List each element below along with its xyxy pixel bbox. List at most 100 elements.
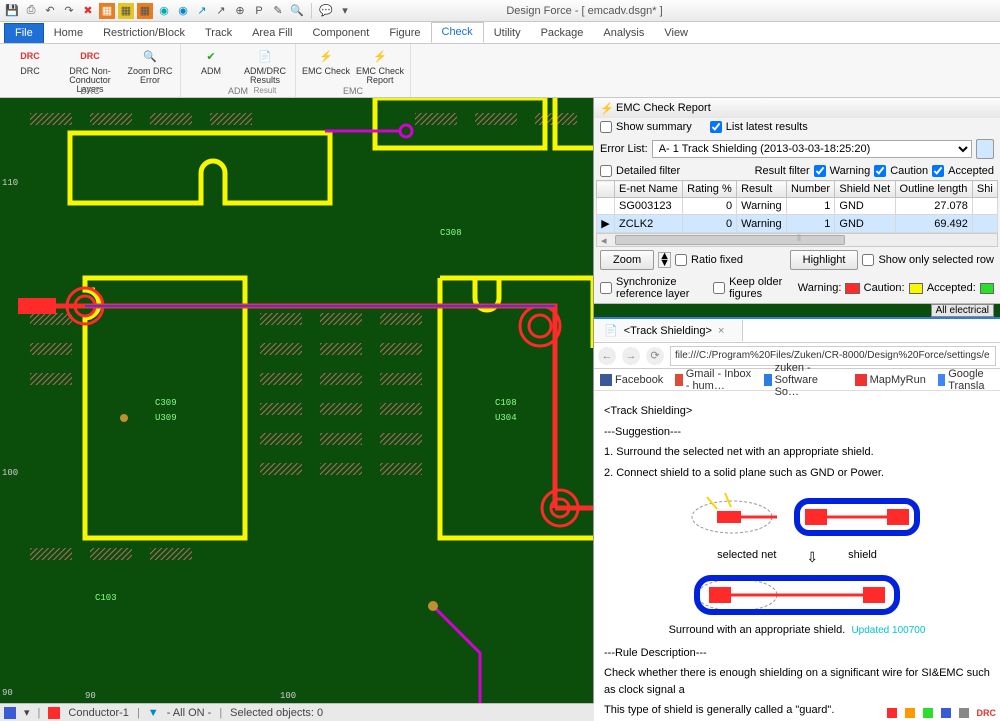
table-scroll-h[interactable]: ◂⦀ xyxy=(596,233,998,247)
qat-save2-icon[interactable]: ⎙ xyxy=(23,3,39,19)
filter-icon[interactable]: ▼ xyxy=(148,707,159,719)
highlight-button[interactable]: Highlight xyxy=(790,250,859,270)
drc-icon: DRC xyxy=(20,46,40,66)
label-c309: C309 xyxy=(155,398,177,408)
col-number[interactable]: Number xyxy=(786,181,834,198)
bookmark[interactable]: Gmail - Inbox - hum… xyxy=(675,368,752,392)
status-sw2[interactable] xyxy=(905,708,915,718)
group-adm-label: ADM xyxy=(181,86,295,96)
status-selection: Selected objects: 0 xyxy=(230,707,323,719)
detailed-filter-checkbox[interactable] xyxy=(600,165,612,177)
col-result[interactable]: Result xyxy=(737,181,787,198)
label-c308: C308 xyxy=(440,228,462,238)
status-sw5[interactable] xyxy=(959,708,969,718)
pcb-canvas[interactable]: C308 C309 U309 C108 U304 C103 110 100 90… xyxy=(0,98,593,703)
qat-pencil-icon[interactable]: ✎ xyxy=(270,3,286,19)
qat-arrow1-icon[interactable]: ↗ xyxy=(194,3,210,19)
bookmark[interactable]: MapMyRun xyxy=(855,374,926,386)
error-list-label: Error List: xyxy=(600,143,648,155)
filter-accepted-checkbox[interactable] xyxy=(932,165,944,177)
col-enet[interactable]: E-net Name xyxy=(615,181,683,198)
col-outline[interactable]: Outline length xyxy=(895,181,972,198)
doc-updated-link[interactable]: Updated 100700 xyxy=(851,625,925,636)
ribbon-zoom-drc-button[interactable]: 🔍 Zoom DRC Error xyxy=(126,46,174,85)
results-table: E-net Name Rating % Result Number Shield… xyxy=(596,180,998,233)
label-c108: C108 xyxy=(495,398,517,408)
ribbon-adm-button[interactable]: ✔ ADM xyxy=(187,46,235,76)
window-title: Design Force - [ emcadv.dsgn* ] xyxy=(353,5,816,17)
table-row[interactable]: ▶ ZCLK2 0 Warning 1 GND 69.492 xyxy=(597,215,998,233)
help-content: <Track Shielding> ---Suggestion--- 1. Su… xyxy=(594,391,1000,721)
col-rating[interactable]: Rating % xyxy=(683,181,737,198)
tab-view[interactable]: View xyxy=(654,24,698,43)
sync-ref-checkbox[interactable] xyxy=(600,282,612,294)
qat-more-icon[interactable]: ▾ xyxy=(337,3,353,19)
show-summary-checkbox[interactable] xyxy=(600,121,612,133)
nav-back-icon[interactable]: ← xyxy=(598,347,616,365)
filter-caution-checkbox[interactable] xyxy=(874,165,886,177)
error-list-select[interactable]: A- 1 Track Shielding (2013-03-03-18:25:2… xyxy=(652,140,972,158)
qat-p-icon[interactable]: P xyxy=(251,3,267,19)
tab-utility[interactable]: Utility xyxy=(484,24,531,43)
bookmark[interactable]: Facebook xyxy=(600,374,663,386)
ratio-fixed-checkbox[interactable] xyxy=(675,254,687,266)
ribbon-emc-report-button[interactable]: ⚡ EMC Check Report xyxy=(356,46,404,85)
status-sw1[interactable] xyxy=(887,708,897,718)
col-shi[interactable]: Shi xyxy=(972,181,997,198)
col-shield[interactable]: Shield Net xyxy=(835,181,895,198)
tab-figure[interactable]: Figure xyxy=(379,24,430,43)
qat-arrow2-icon[interactable]: ↗ xyxy=(213,3,229,19)
status-drc-icon[interactable]: DRC xyxy=(977,708,997,718)
tab-analysis[interactable]: Analysis xyxy=(593,24,654,43)
bookmark[interactable]: Google Transla xyxy=(938,368,994,392)
tab-close-icon[interactable]: × xyxy=(718,325,724,337)
qat-grid3-icon[interactable]: ▦ xyxy=(137,3,153,19)
tab-package[interactable]: Package xyxy=(531,24,594,43)
ribbon-drc-button[interactable]: DRC DRC xyxy=(6,46,54,76)
browser-tab[interactable]: 📄 <Track Shielding> × xyxy=(594,320,743,341)
layer-dropdown[interactable]: All electrical xyxy=(931,304,994,317)
keep-older-checkbox[interactable] xyxy=(713,282,725,294)
list-latest-label: List latest results xyxy=(726,121,808,133)
filter-warning-checkbox[interactable] xyxy=(814,165,826,177)
zoom-button[interactable]: Zoom xyxy=(600,250,654,270)
qat-redo-icon[interactable]: ↷ xyxy=(61,3,77,19)
tab-file[interactable]: File xyxy=(4,23,44,43)
qat-bubble-icon[interactable]: 💬 xyxy=(318,3,334,19)
qat-grid2-icon[interactable]: ▦ xyxy=(118,3,134,19)
label-u304: U304 xyxy=(495,413,517,423)
status-sw3[interactable] xyxy=(923,708,933,718)
ribbon-drc-label: DRC xyxy=(20,67,40,76)
status-sw4[interactable] xyxy=(941,708,951,718)
show-only-checkbox[interactable] xyxy=(862,254,874,266)
qat-save-icon[interactable]: 💾 xyxy=(4,3,20,19)
label-c103: C103 xyxy=(95,593,117,603)
status-drop-icon[interactable]: ▾ xyxy=(24,706,30,719)
tab-restriction[interactable]: Restriction/Block xyxy=(93,24,195,43)
qat-vis2-icon[interactable]: ◉ xyxy=(175,3,191,19)
show-summary-label: Show summary xyxy=(616,121,692,133)
list-latest-checkbox[interactable] xyxy=(710,121,722,133)
status-mode-icon[interactable] xyxy=(4,707,16,719)
tab-areafill[interactable]: Area Fill xyxy=(242,24,302,43)
qat-find-icon[interactable]: 🔍 xyxy=(289,3,305,19)
nav-reload-icon[interactable]: ⟳ xyxy=(646,347,664,365)
tab-check[interactable]: Check xyxy=(431,22,484,43)
qat-target-icon[interactable]: ⊕ xyxy=(232,3,248,19)
nav-fwd-icon[interactable]: → xyxy=(622,347,640,365)
qat-vis-icon[interactable]: ◉ xyxy=(156,3,172,19)
table-row[interactable]: SG003123 0 Warning 1 GND 27.078 xyxy=(597,198,998,215)
qat-grid1-icon[interactable]: ▦ xyxy=(99,3,115,19)
ribbon-emc-check-button[interactable]: ⚡ EMC Check xyxy=(302,46,350,76)
legend-warning-swatch xyxy=(845,283,859,294)
status-visibility[interactable]: - All ON - xyxy=(167,707,212,719)
qat-undo-icon[interactable]: ↶ xyxy=(42,3,58,19)
error-list-go-button[interactable] xyxy=(976,139,994,159)
tab-home[interactable]: Home xyxy=(44,24,93,43)
zoom-down-icon[interactable]: ▼ xyxy=(659,260,670,267)
diagram-before xyxy=(667,487,927,547)
qat-close-icon[interactable]: ✖ xyxy=(80,3,96,19)
tab-track[interactable]: Track xyxy=(195,24,242,43)
tab-component[interactable]: Component xyxy=(302,24,379,43)
status-layer[interactable]: Conductor-1 xyxy=(68,707,129,719)
